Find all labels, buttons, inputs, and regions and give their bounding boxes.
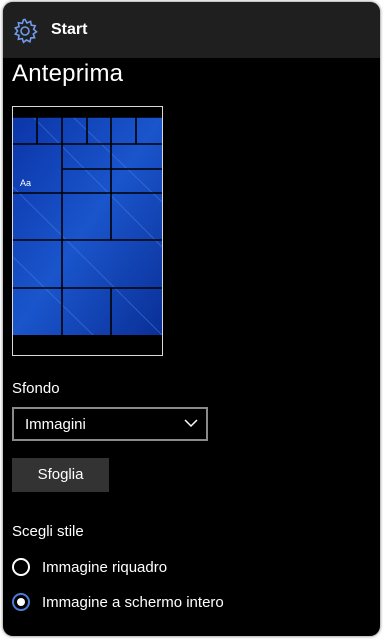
- radio-button[interactable]: [12, 558, 30, 576]
- background-label: Sfondo: [12, 380, 60, 397]
- radio-label: Immagine riquadro: [42, 559, 168, 576]
- app-header: Start: [3, 2, 380, 58]
- chevron-down-icon: [184, 419, 198, 428]
- phone-screen: Start Anteprima Aa Sfondo Immagini Sfogl…: [3, 2, 380, 636]
- browse-button[interactable]: Sfoglia: [12, 458, 109, 492]
- page-title: Start: [51, 21, 88, 38]
- gear-icon[interactable]: [12, 18, 38, 44]
- preview-tile-text: Aa: [20, 178, 31, 188]
- background-select-value: Immagini: [25, 416, 86, 433]
- radio-button-selected[interactable]: [12, 593, 30, 611]
- preview-image: Aa: [13, 107, 162, 355]
- start-preview: Aa: [12, 106, 163, 356]
- style-label: Scegli stile: [12, 523, 84, 540]
- preview-heading: Anteprima: [12, 60, 124, 87]
- radio-label: Immagine a schermo intero: [42, 594, 224, 611]
- background-select[interactable]: Immagini: [12, 407, 208, 441]
